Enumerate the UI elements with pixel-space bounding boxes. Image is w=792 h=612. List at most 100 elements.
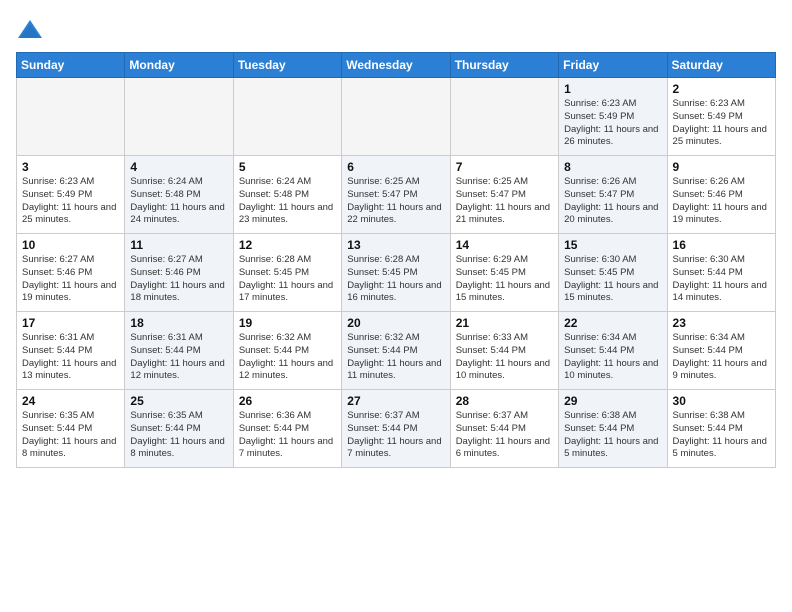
- day-number: 16: [673, 238, 770, 252]
- day-info: Sunrise: 6:25 AM Sunset: 5:47 PM Dayligh…: [347, 176, 444, 227]
- page: SundayMondayTuesdayWednesdayThursdayFrid…: [0, 0, 792, 612]
- weekday-header: Tuesday: [233, 53, 341, 78]
- calendar-cell: [125, 78, 233, 156]
- day-number: 11: [130, 238, 227, 252]
- calendar-cell: 21 Sunrise: 6:33 AM Sunset: 5:44 PM Dayli…: [450, 312, 558, 390]
- calendar-cell: 1 Sunrise: 6:23 AM Sunset: 5:49 PM Daylig…: [559, 78, 667, 156]
- calendar-cell: 25 Sunrise: 6:35 AM Sunset: 5:44 PM Dayli…: [125, 390, 233, 468]
- day-number: 15: [564, 238, 661, 252]
- calendar-cell: 24 Sunrise: 6:35 AM Sunset: 5:44 PM Dayli…: [17, 390, 125, 468]
- calendar-cell: 29 Sunrise: 6:38 AM Sunset: 5:44 PM Dayli…: [559, 390, 667, 468]
- calendar-cell: 19 Sunrise: 6:32 AM Sunset: 5:44 PM Dayli…: [233, 312, 341, 390]
- day-number: 14: [456, 238, 553, 252]
- calendar-week-row: 10Sunrise: 6:27 AM Sunset: 5:46 PM Dayli…: [17, 234, 776, 312]
- day-info: Sunrise: 6:27 AM Sunset: 5:46 PM Dayligh…: [130, 254, 227, 305]
- calendar-cell: 13 Sunrise: 6:28 AM Sunset: 5:45 PM Dayli…: [342, 234, 450, 312]
- day-number: 26: [239, 394, 336, 408]
- weekday-header: Thursday: [450, 53, 558, 78]
- day-info: Sunrise: 6:37 AM Sunset: 5:44 PM Dayligh…: [347, 410, 444, 461]
- day-info: Sunrise: 6:25 AM Sunset: 5:47 PM Dayligh…: [456, 176, 553, 227]
- day-info: Sunrise: 6:26 AM Sunset: 5:47 PM Dayligh…: [564, 176, 661, 227]
- calendar-cell: 10Sunrise: 6:27 AM Sunset: 5:46 PM Dayli…: [17, 234, 125, 312]
- day-number: 2: [673, 82, 770, 96]
- calendar-cell: 4 Sunrise: 6:24 AM Sunset: 5:48 PM Daylig…: [125, 156, 233, 234]
- day-number: 25: [130, 394, 227, 408]
- weekday-header: Saturday: [667, 53, 775, 78]
- header: [16, 16, 776, 44]
- day-number: 30: [673, 394, 770, 408]
- calendar-cell: 9Sunrise: 6:26 AM Sunset: 5:46 PM Daylig…: [667, 156, 775, 234]
- calendar-cell: 2 Sunrise: 6:23 AM Sunset: 5:49 PM Daylig…: [667, 78, 775, 156]
- calendar-cell: 12 Sunrise: 6:28 AM Sunset: 5:45 PM Dayli…: [233, 234, 341, 312]
- day-info: Sunrise: 6:36 AM Sunset: 5:44 PM Dayligh…: [239, 410, 336, 461]
- calendar-cell: 11 Sunrise: 6:27 AM Sunset: 5:46 PM Dayli…: [125, 234, 233, 312]
- day-info: Sunrise: 6:34 AM Sunset: 5:44 PM Dayligh…: [673, 332, 770, 383]
- day-number: 1: [564, 82, 661, 96]
- calendar-cell: 30Sunrise: 6:38 AM Sunset: 5:44 PM Dayli…: [667, 390, 775, 468]
- day-info: Sunrise: 6:31 AM Sunset: 5:44 PM Dayligh…: [22, 332, 119, 383]
- calendar-cell: 3Sunrise: 6:23 AM Sunset: 5:49 PM Daylig…: [17, 156, 125, 234]
- day-number: 4: [130, 160, 227, 174]
- day-number: 13: [347, 238, 444, 252]
- day-info: Sunrise: 6:28 AM Sunset: 5:45 PM Dayligh…: [347, 254, 444, 305]
- weekday-header-row: SundayMondayTuesdayWednesdayThursdayFrid…: [17, 53, 776, 78]
- day-info: Sunrise: 6:29 AM Sunset: 5:45 PM Dayligh…: [456, 254, 553, 305]
- day-info: Sunrise: 6:31 AM Sunset: 5:44 PM Dayligh…: [130, 332, 227, 383]
- calendar-cell: 5 Sunrise: 6:24 AM Sunset: 5:48 PM Daylig…: [233, 156, 341, 234]
- calendar-cell: [17, 78, 125, 156]
- weekday-header: Friday: [559, 53, 667, 78]
- calendar-cell: 28 Sunrise: 6:37 AM Sunset: 5:44 PM Dayli…: [450, 390, 558, 468]
- day-info: Sunrise: 6:37 AM Sunset: 5:44 PM Dayligh…: [456, 410, 553, 461]
- day-number: 22: [564, 316, 661, 330]
- calendar-cell: [342, 78, 450, 156]
- logo-icon: [16, 16, 44, 44]
- day-number: 12: [239, 238, 336, 252]
- day-number: 27: [347, 394, 444, 408]
- calendar-cell: 27 Sunrise: 6:37 AM Sunset: 5:44 PM Dayli…: [342, 390, 450, 468]
- day-number: 23: [673, 316, 770, 330]
- calendar-week-row: 17 Sunrise: 6:31 AM Sunset: 5:44 PM Dayli…: [17, 312, 776, 390]
- calendar-cell: 7 Sunrise: 6:25 AM Sunset: 5:47 PM Daylig…: [450, 156, 558, 234]
- calendar-week-row: 1 Sunrise: 6:23 AM Sunset: 5:49 PM Daylig…: [17, 78, 776, 156]
- day-number: 8: [564, 160, 661, 174]
- calendar-cell: 18Sunrise: 6:31 AM Sunset: 5:44 PM Dayli…: [125, 312, 233, 390]
- weekday-header: Sunday: [17, 53, 125, 78]
- day-number: 17: [22, 316, 119, 330]
- day-info: Sunrise: 6:34 AM Sunset: 5:44 PM Dayligh…: [564, 332, 661, 383]
- day-number: 20: [347, 316, 444, 330]
- calendar-cell: 6Sunrise: 6:25 AM Sunset: 5:47 PM Daylig…: [342, 156, 450, 234]
- calendar-cell: [450, 78, 558, 156]
- day-number: 28: [456, 394, 553, 408]
- calendar-week-row: 3Sunrise: 6:23 AM Sunset: 5:49 PM Daylig…: [17, 156, 776, 234]
- day-number: 24: [22, 394, 119, 408]
- day-number: 3: [22, 160, 119, 174]
- day-info: Sunrise: 6:24 AM Sunset: 5:48 PM Dayligh…: [130, 176, 227, 227]
- day-number: 5: [239, 160, 336, 174]
- calendar-cell: 23 Sunrise: 6:34 AM Sunset: 5:44 PM Dayli…: [667, 312, 775, 390]
- day-info: Sunrise: 6:30 AM Sunset: 5:45 PM Dayligh…: [564, 254, 661, 305]
- calendar-cell: 17 Sunrise: 6:31 AM Sunset: 5:44 PM Dayli…: [17, 312, 125, 390]
- day-number: 9: [673, 160, 770, 174]
- day-info: Sunrise: 6:30 AM Sunset: 5:44 PM Dayligh…: [673, 254, 770, 305]
- calendar-cell: 20Sunrise: 6:32 AM Sunset: 5:44 PM Dayli…: [342, 312, 450, 390]
- day-info: Sunrise: 6:32 AM Sunset: 5:44 PM Dayligh…: [239, 332, 336, 383]
- day-info: Sunrise: 6:24 AM Sunset: 5:48 PM Dayligh…: [239, 176, 336, 227]
- day-info: Sunrise: 6:35 AM Sunset: 5:44 PM Dayligh…: [22, 410, 119, 461]
- day-info: Sunrise: 6:28 AM Sunset: 5:45 PM Dayligh…: [239, 254, 336, 305]
- day-number: 29: [564, 394, 661, 408]
- day-number: 21: [456, 316, 553, 330]
- day-info: Sunrise: 6:23 AM Sunset: 5:49 PM Dayligh…: [564, 98, 661, 149]
- calendar-cell: 14 Sunrise: 6:29 AM Sunset: 5:45 PM Dayli…: [450, 234, 558, 312]
- calendar-table: SundayMondayTuesdayWednesdayThursdayFrid…: [16, 52, 776, 468]
- day-info: Sunrise: 6:35 AM Sunset: 5:44 PM Dayligh…: [130, 410, 227, 461]
- calendar-cell: 26 Sunrise: 6:36 AM Sunset: 5:44 PM Dayli…: [233, 390, 341, 468]
- day-info: Sunrise: 6:33 AM Sunset: 5:44 PM Dayligh…: [456, 332, 553, 383]
- calendar-week-row: 24 Sunrise: 6:35 AM Sunset: 5:44 PM Dayli…: [17, 390, 776, 468]
- day-number: 19: [239, 316, 336, 330]
- day-info: Sunrise: 6:38 AM Sunset: 5:44 PM Dayligh…: [564, 410, 661, 461]
- day-info: Sunrise: 6:27 AM Sunset: 5:46 PM Dayligh…: [22, 254, 119, 305]
- weekday-header: Monday: [125, 53, 233, 78]
- day-info: Sunrise: 6:23 AM Sunset: 5:49 PM Dayligh…: [673, 98, 770, 149]
- calendar-cell: 16 Sunrise: 6:30 AM Sunset: 5:44 PM Dayli…: [667, 234, 775, 312]
- day-number: 7: [456, 160, 553, 174]
